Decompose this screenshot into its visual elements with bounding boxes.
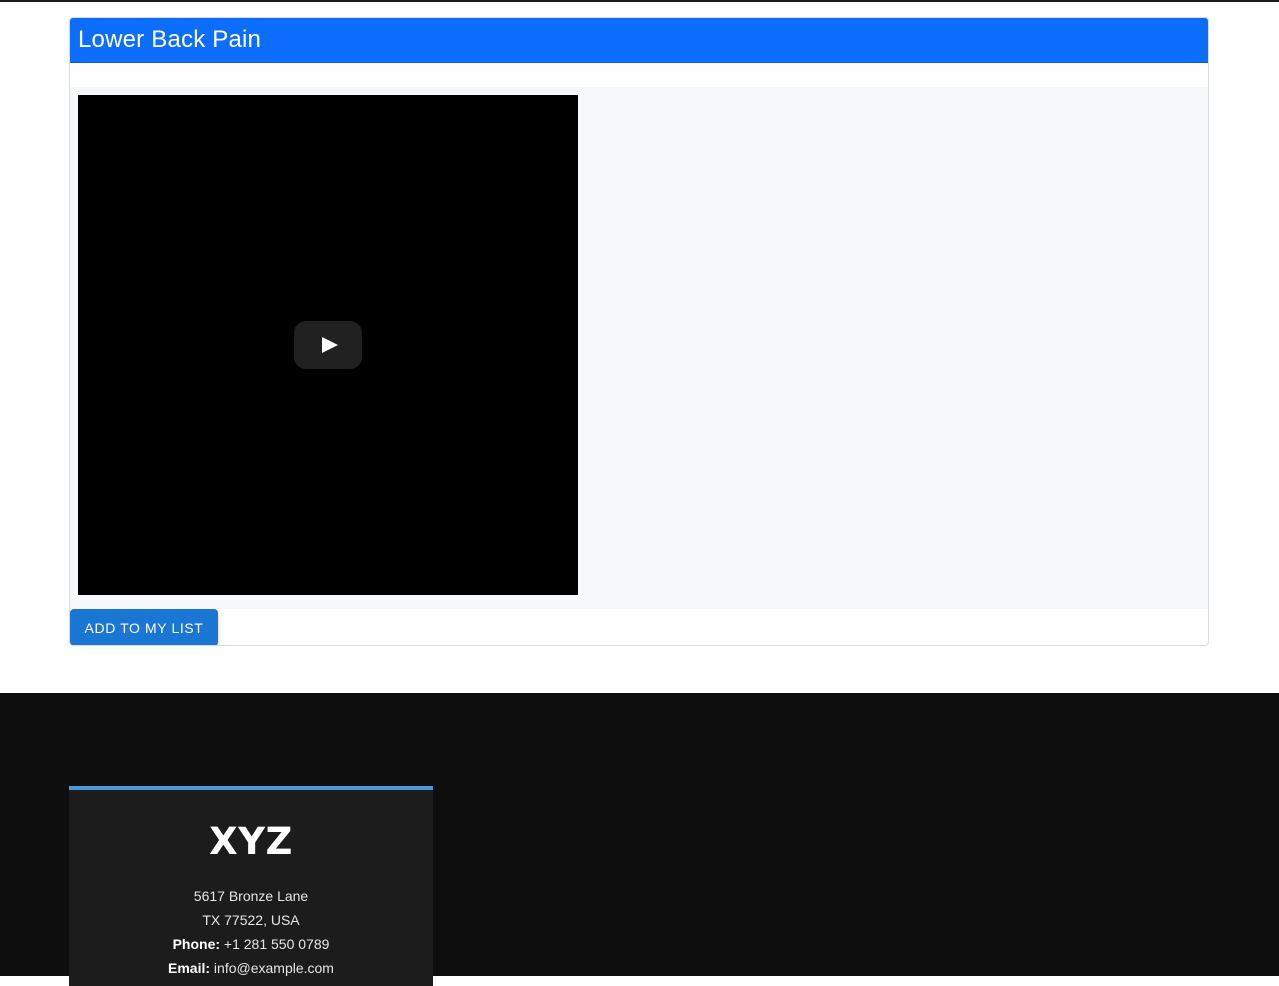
phone-label: Phone:	[172, 936, 221, 952]
play-button[interactable]	[294, 321, 362, 369]
page-title: Lower Back Pain	[78, 26, 262, 53]
video-area	[70, 87, 1208, 609]
exercise-card: Lower Back Pain ADD TO MY LIST	[69, 17, 1209, 646]
video-player[interactable]	[78, 95, 578, 595]
add-to-my-list-button[interactable]: ADD TO MY LIST	[70, 609, 218, 645]
contact-card: XYZ 5617 Bronze Lane TX 77522, USA Phone…	[69, 786, 433, 986]
card-header: Lower Back Pain	[70, 18, 1208, 63]
email-label: Email:	[168, 960, 211, 976]
contact-info: 5617 Bronze Lane TX 77522, USA Phone: +1…	[69, 884, 433, 980]
play-icon	[322, 337, 338, 353]
site-footer: XYZ 5617 Bronze Lane TX 77522, USA Phone…	[0, 693, 1279, 986]
email-value[interactable]: info@example.com	[214, 960, 334, 976]
address-line-2: TX 77522, USA	[202, 912, 300, 928]
phone-line: Phone: +1 281 550 0789	[69, 932, 433, 956]
address-line-1: 5617 Bronze Lane	[193, 888, 309, 904]
top-nav-edge	[0, 0, 1279, 2]
email-line: Email: info@example.com	[69, 956, 433, 980]
phone-value[interactable]: +1 281 550 0789	[224, 936, 330, 952]
footer-brand: XYZ	[209, 820, 293, 863]
